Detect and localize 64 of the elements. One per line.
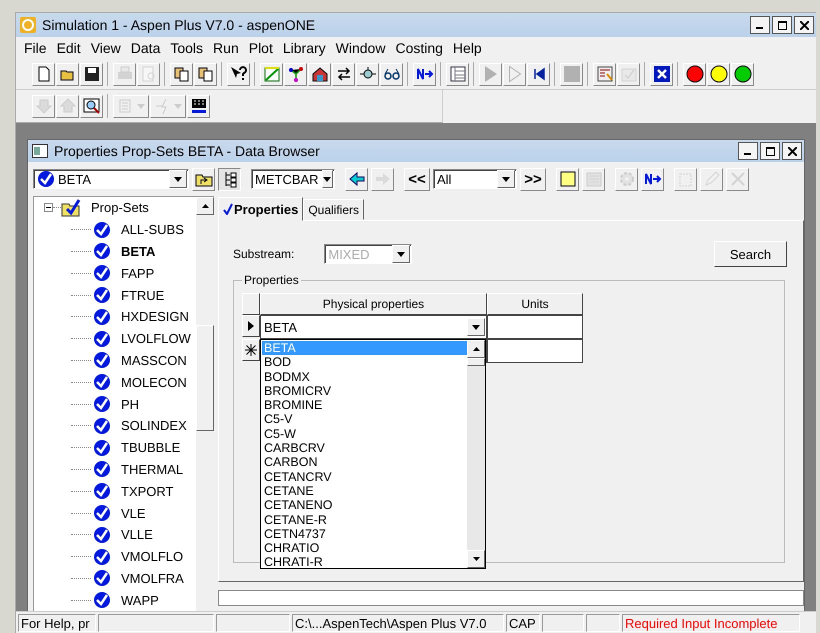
tree-item[interactable]: VLE <box>121 506 146 521</box>
menu-item[interactable]: Tools <box>166 40 210 56</box>
dropdown-item[interactable]: C5-W <box>262 426 467 442</box>
tab[interactable]: Properties <box>218 197 304 221</box>
tree-item[interactable]: HXDESIGN <box>121 309 189 324</box>
dropdown-item[interactable]: CETANENO <box>262 498 467 513</box>
menu-item[interactable]: Help <box>448 40 488 56</box>
status-field: Required Input Incomplete <box>622 614 800 632</box>
tree-item[interactable]: VMOLFLO <box>121 549 184 564</box>
status-field: For Help, pr <box>18 614 96 632</box>
column-header: Physical properties <box>260 293 487 315</box>
menu-item[interactable]: Run <box>209 40 245 56</box>
dropdown-item[interactable]: CHRATI-R <box>262 555 467 570</box>
dropdown-item[interactable]: BROMICRV <box>262 384 467 398</box>
tree-item[interactable]: Prop-Sets <box>91 200 149 216</box>
dropdown-item[interactable]: CETANCRV <box>262 470 467 484</box>
tree-item[interactable]: PH <box>121 396 140 412</box>
tree-item[interactable]: FAPP <box>121 266 154 281</box>
search-button[interactable]: Search <box>714 241 787 267</box>
menu-item[interactable]: Data <box>126 40 166 56</box>
tree-item[interactable]: WAPP <box>121 592 159 608</box>
tree-item[interactable]: VMOLFRA <box>121 570 184 586</box>
tree-item[interactable]: SOLINDEX <box>121 418 187 434</box>
status-field: C:\...AspenTech\Aspen Plus V7.0 <box>292 614 504 632</box>
tree-item[interactable]: ALL-SUBS <box>121 222 184 238</box>
dropdown-item[interactable]: C5-V <box>262 412 467 427</box>
dropdown-item[interactable]: BOD <box>262 355 467 370</box>
dropdown-item[interactable]: BROMINE <box>262 398 467 412</box>
tree-item[interactable]: THERMAL <box>121 462 184 477</box>
menu-item[interactable]: Library <box>278 40 332 56</box>
menu-item[interactable]: File <box>20 40 53 56</box>
property-combo[interactable]: BETA <box>260 315 487 339</box>
tab[interactable]: Qualifiers <box>303 199 364 220</box>
next-button[interactable]: >> <box>520 168 546 190</box>
menu-item[interactable]: View <box>86 40 127 56</box>
dropdown-item[interactable]: CARBON <box>262 455 467 470</box>
group-label: Properties <box>243 273 300 287</box>
status-field: CAP <box>506 614 540 632</box>
column-header: Units <box>487 293 583 315</box>
tree-item[interactable]: LVOLFLOW <box>121 331 191 346</box>
dropdown-item[interactable]: CHRATIO <box>262 541 467 556</box>
field-label: Substream: <box>233 247 294 261</box>
previous-button[interactable]: << <box>404 168 430 190</box>
tree-item[interactable]: TBUBBLE <box>121 440 180 456</box>
dropdown-item[interactable]: BODMX <box>262 370 467 384</box>
tree-item[interactable]: BETA <box>121 244 156 259</box>
tree-item[interactable]: MASSCON <box>121 352 187 368</box>
units-combo[interactable]: METCBAR <box>251 169 335 189</box>
tree-item[interactable]: FTRUE <box>121 288 164 303</box>
menu-item[interactable]: Costing <box>391 40 449 56</box>
window-title: Simulation 1 - Aspen Plus V7.0 - aspenONE <box>42 17 316 33</box>
menu-item[interactable]: Edit <box>52 40 87 56</box>
dropdown-item[interactable]: CETANE-R <box>262 512 467 527</box>
menu-item[interactable]: Plot <box>244 40 279 56</box>
dropdown-item[interactable]: CETANE <box>262 484 467 498</box>
tree-item[interactable]: TXPORT <box>121 484 174 499</box>
menu-item[interactable]: Window <box>332 40 392 56</box>
tree-item[interactable]: VLLE <box>121 527 153 542</box>
filter-combo[interactable]: All <box>433 169 517 189</box>
dropdown-item[interactable]: CETN4737 <box>262 526 467 542</box>
dropdown-item[interactable]: CARBCRV <box>262 441 467 456</box>
window-title: Properties Prop-Sets BETA - Data Browser <box>54 143 320 159</box>
object-combo[interactable]: BETA <box>33 169 189 189</box>
tree-item[interactable]: MOLECON <box>121 374 187 390</box>
